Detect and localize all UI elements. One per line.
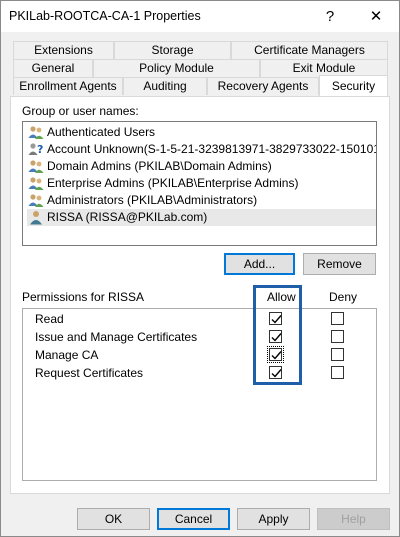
list-item[interactable]: Enterprise Admins (PKILAB\Enterprise Adm…: [27, 175, 376, 192]
ok-button[interactable]: OK: [77, 508, 150, 530]
help-icon[interactable]: ?: [307, 1, 353, 32]
deny-read-checkbox[interactable]: [331, 312, 344, 325]
tab-policy-module[interactable]: Policy Module: [93, 59, 260, 77]
tab-extensions[interactable]: Extensions: [13, 41, 114, 59]
list-item-selected[interactable]: RISSA (RISSA@PKILab.com): [27, 209, 376, 226]
permissions-label: Permissions for RISSA: [22, 290, 145, 304]
cancel-button[interactable]: Cancel: [157, 508, 230, 530]
permissions-list: Read Issue and Manage Certificates Manag…: [22, 308, 377, 481]
user-list[interactable]: Authenticated Users ? Account Unknown(S-…: [22, 121, 377, 246]
deny-manage-ca-checkbox[interactable]: [331, 348, 344, 361]
tab-certificate-managers[interactable]: Certificate Managers: [231, 41, 388, 59]
apply-button[interactable]: Apply: [237, 508, 310, 530]
properties-dialog: PKILab-ROOTCA-CA-1 Properties ? ✕ Extens…: [0, 0, 400, 537]
permission-label: Read: [35, 312, 64, 326]
permission-label: Manage CA: [35, 348, 99, 362]
user-name: Administrators (PKILAB\Administrators): [47, 193, 258, 207]
user-name: RISSA (RISSA@PKILab.com): [47, 210, 208, 224]
user-name: Enterprise Admins (PKILAB\Enterprise Adm…: [47, 176, 299, 190]
tab-auditing[interactable]: Auditing: [123, 77, 207, 95]
list-item[interactable]: Administrators (PKILAB\Administrators): [27, 192, 376, 209]
tab-general[interactable]: General: [13, 59, 93, 77]
user-name: Account Unknown(S-1-5-21-3239813971-3829…: [47, 142, 377, 156]
help-button[interactable]: Help: [317, 508, 390, 530]
user-name: Domain Admins (PKILAB\Domain Admins): [47, 159, 272, 173]
close-icon[interactable]: ✕: [353, 1, 399, 32]
tab-recovery-agents[interactable]: Recovery Agents: [207, 77, 319, 95]
list-item[interactable]: ? Account Unknown(S-1-5-21-3239813971-38…: [27, 141, 376, 158]
permission-label: Request Certificates: [35, 366, 144, 380]
deny-request-certificates-checkbox[interactable]: [331, 366, 344, 379]
group-users-icon: [28, 193, 44, 208]
group-or-user-names-label: Group or user names:: [22, 104, 139, 118]
tab-enrollment-agents[interactable]: Enrollment Agents: [13, 77, 123, 95]
title-bar: PKILab-ROOTCA-CA-1 Properties ? ✕: [1, 1, 399, 32]
list-item[interactable]: Domain Admins (PKILAB\Domain Admins): [27, 158, 376, 175]
deny-column-header: Deny: [329, 290, 358, 304]
unknown-account-icon: ?: [28, 142, 44, 157]
list-item[interactable]: Authenticated Users: [27, 124, 376, 141]
deny-issue-manage-checkbox[interactable]: [331, 330, 344, 343]
tab-storage[interactable]: Storage: [114, 41, 231, 59]
add-button[interactable]: Add...: [224, 253, 295, 275]
user-name: Authenticated Users: [47, 125, 156, 139]
group-users-icon: [28, 125, 44, 140]
remove-button[interactable]: Remove: [303, 253, 376, 275]
permission-label: Issue and Manage Certificates: [35, 330, 198, 344]
window-title: PKILab-ROOTCA-CA-1 Properties: [9, 9, 201, 23]
group-users-icon: [28, 176, 44, 191]
svg-text:?: ?: [37, 143, 43, 156]
single-user-icon: [28, 210, 44, 225]
group-users-icon: [28, 159, 44, 174]
allow-column-highlight: [253, 285, 302, 385]
tab-security[interactable]: Security: [319, 75, 388, 96]
